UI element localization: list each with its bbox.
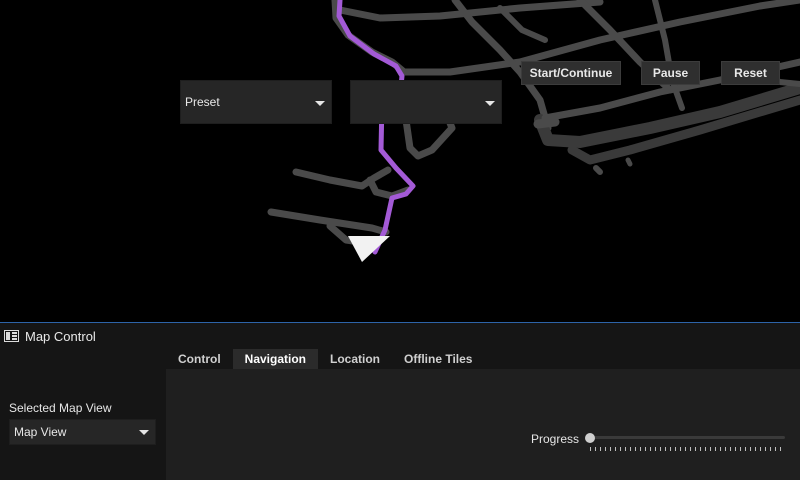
chevron-down-icon — [139, 430, 149, 435]
chevron-down-icon — [485, 101, 495, 106]
tab-offline-tiles[interactable]: Offline Tiles — [392, 349, 484, 369]
tab-location[interactable]: Location — [318, 349, 392, 369]
route-dropdown[interactable] — [350, 80, 502, 124]
preset-dropdown-value: Preset — [185, 95, 220, 109]
progress-slider-track[interactable] — [590, 436, 785, 439]
tab-bar: Control Navigation Location Offline Tile… — [166, 349, 484, 369]
start-continue-button[interactable]: Start/Continue — [521, 61, 621, 85]
map-control-icon — [4, 330, 19, 342]
road — [533, 117, 560, 129]
preset-dropdown[interactable]: Preset — [180, 80, 332, 124]
road — [625, 157, 633, 167]
route-line — [336, 0, 416, 255]
progress-label: Progress — [531, 432, 580, 446]
map-control-panel: Map Control Selected Map View Map View C… — [0, 322, 800, 480]
map-view-selector: Selected Map View — [0, 349, 166, 480]
panel-title: Map Control — [25, 328, 96, 344]
tab-navigation[interactable]: Navigation — [232, 349, 318, 369]
progress-slider-thumb[interactable] — [585, 433, 595, 443]
navigation-arrow-icon — [348, 236, 390, 262]
map-view-dropdown[interactable]: Map View — [9, 419, 156, 445]
reset-button[interactable]: Reset — [721, 61, 780, 85]
tab-control[interactable]: Control — [166, 349, 233, 369]
panel-header: Map Control — [0, 323, 800, 349]
selected-map-view-label: Selected Map View — [9, 401, 112, 415]
map-view[interactable] — [0, 0, 800, 322]
progress-slider-ticks — [590, 447, 785, 451]
road — [497, 5, 548, 43]
map-view-dropdown-value: Map View — [14, 425, 67, 439]
pause-button[interactable]: Pause — [641, 61, 700, 85]
navigation-tab-content — [166, 369, 800, 480]
chevron-down-icon — [315, 101, 325, 106]
road — [593, 165, 603, 175]
